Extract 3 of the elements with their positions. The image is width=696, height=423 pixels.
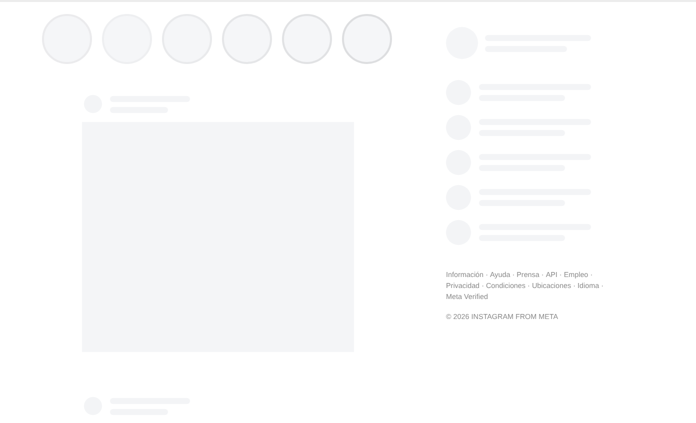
story-placeholder [282, 14, 332, 64]
story-placeholder [342, 14, 392, 64]
story-placeholder [222, 14, 272, 64]
